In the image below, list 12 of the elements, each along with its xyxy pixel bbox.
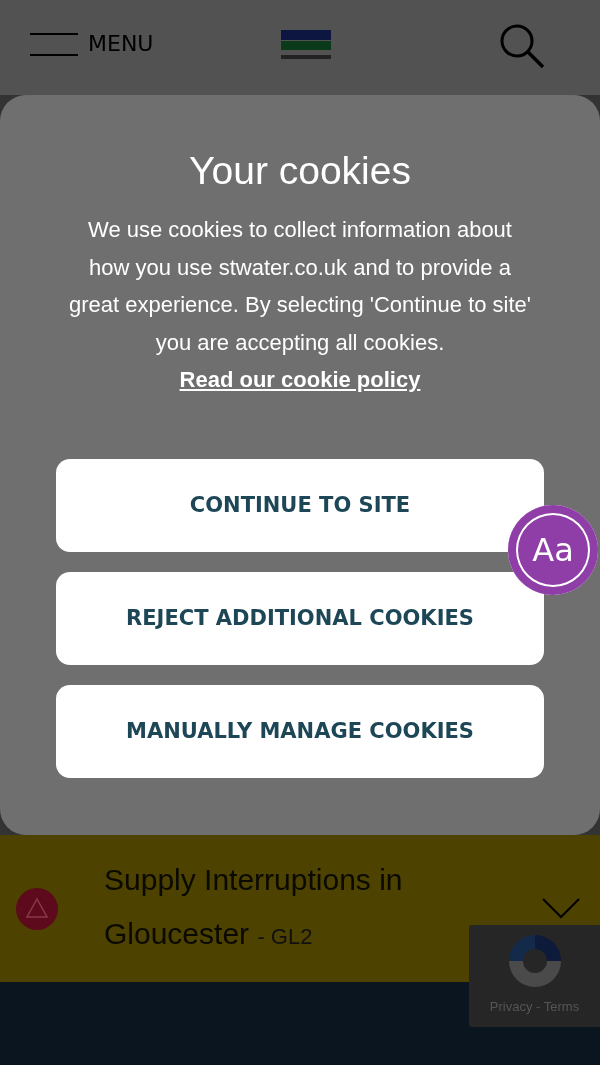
alert-title: Supply Interruptions in Gloucester - GL2: [104, 862, 404, 952]
warning-icon: [16, 887, 58, 930]
cookie-policy-link[interactable]: Read our cookie policy: [179, 367, 421, 392]
menu-button[interactable]: MENU: [30, 30, 154, 57]
logo-icon[interactable]: [280, 29, 331, 62]
cookie-button[interactable]: REJECT ADDITIONAL COOKIES: [56, 571, 544, 665]
menu-icon: [30, 30, 78, 57]
cookie-notice-text: We use cookies to collect information about how you use stwater.co.uk and to provide a great experience. By selecting 'Continue to site' you are accepting all cookies. Read our cookie policy: [67, 216, 533, 394]
dialog-title: Your cookies: [188, 148, 412, 194]
cookie-button[interactable]: MANUALLY MANAGE COOKIES: [56, 684, 544, 778]
link-separator: -: [536, 999, 541, 1014]
chevron-icon[interactable]: [542, 897, 580, 919]
